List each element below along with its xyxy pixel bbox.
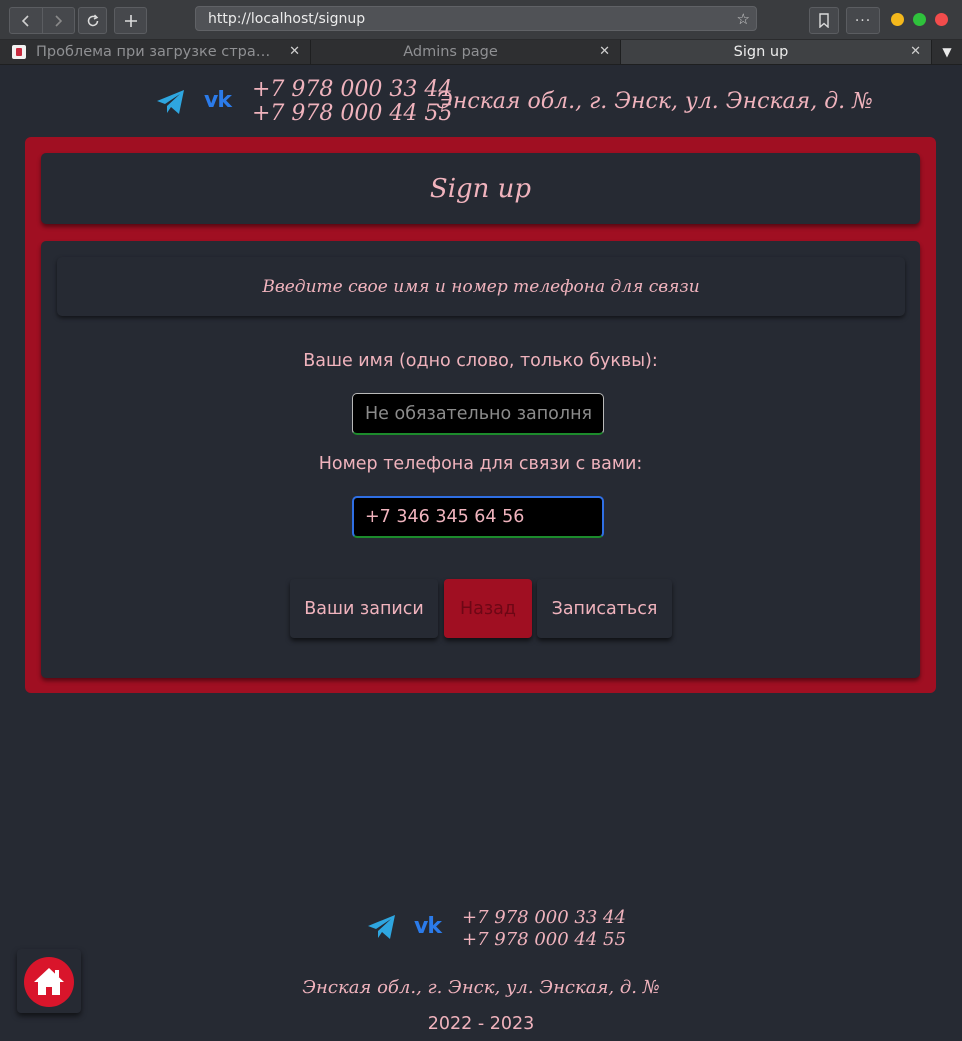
tab-admins-page[interactable]: Admins page ✕ [311,40,621,64]
name-label: Ваше имя (одно слово, только буквы): [303,351,658,371]
footer-phones: +7 978 000 33 44 +7 978 000 44 55 [462,907,626,951]
chevron-left-icon [21,14,29,27]
header-address: Энская обл., г. Энск, ул. Энская, д. № [436,89,873,114]
telegram-icon[interactable] [367,914,397,940]
plus-icon [124,14,137,27]
browser-toolbar: http://localhost/signup ☆ ··· [0,0,962,40]
url-text: http://localhost/signup [208,11,366,27]
phone-label: Номер телефона для связи с вами: [318,454,643,474]
tab-label: Проблема при загрузке стра… [36,44,271,60]
new-tab-button[interactable] [114,7,147,34]
back-nav-button[interactable] [10,8,42,33]
maximize-window-icon[interactable] [913,13,926,26]
url-bar[interactable]: http://localhost/signup ☆ [195,6,757,31]
forward-nav-button[interactable] [41,8,75,33]
tab-label: Admins page [403,44,498,60]
tab-close-icon[interactable]: ✕ [599,40,610,64]
phone-input[interactable] [352,496,604,538]
vk-icon[interactable]: vk [414,914,442,939]
footer-years: 2022 - 2023 [427,1014,535,1034]
name-input[interactable] [352,393,604,435]
bookmark-icon [819,13,829,28]
form-subtitle: Введите свое имя и номер телефона для св… [262,276,700,297]
reload-icon [87,13,98,26]
footer-address: Энская обл., г. Энск, ул. Энская, д. № [302,977,660,998]
header-phone-1[interactable]: +7 978 000 33 44 [252,78,452,102]
tab-problem-loading[interactable]: Проблема при загрузке стра… ✕ [0,40,311,64]
minimize-window-icon[interactable] [891,13,904,26]
more-icon: ··· [854,12,872,29]
signup-form: Введите свое имя и номер телефона для св… [41,241,920,678]
home-icon [34,968,64,995]
header-phones: +7 978 000 33 44 +7 978 000 44 55 [252,78,452,126]
title-card: Sign up [41,153,920,224]
sign-up-button[interactable]: Записаться [537,579,672,638]
tab-bar: Проблема при загрузке стра… ✕ Admins pag… [0,40,962,65]
reload-button[interactable] [78,7,107,34]
tab-sign-up[interactable]: Sign up ✕ [621,40,932,64]
vk-icon[interactable]: vk [204,88,232,113]
back-button[interactable]: Назад [444,579,532,638]
chevron-right-icon [55,14,63,27]
tab-close-icon[interactable]: ✕ [910,40,921,64]
telegram-icon[interactable] [156,89,186,115]
home-icon-circle [24,957,74,1007]
nav-buttons [9,7,75,34]
home-button[interactable] [17,949,81,1013]
bookmark-star-icon[interactable]: ☆ [737,7,750,32]
footer-phone-1[interactable]: +7 978 000 33 44 [462,907,626,929]
bookmarks-button[interactable] [809,7,839,34]
my-bookings-button[interactable]: Ваши записи [290,579,438,638]
menu-button[interactable]: ··· [846,7,880,34]
tab-close-icon[interactable]: ✕ [289,40,300,64]
page-title: Sign up [429,173,532,204]
header-phone-2[interactable]: +7 978 000 44 55 [252,102,452,126]
footer-phone-2[interactable]: +7 978 000 44 55 [462,929,626,951]
close-window-icon[interactable] [935,13,948,26]
subtitle-card: Введите свое имя и номер телефона для св… [57,257,905,316]
page-favicon-icon [12,45,26,59]
tab-label: Sign up [733,44,789,60]
tab-list-dropdown-icon[interactable]: ▼ [932,40,962,64]
